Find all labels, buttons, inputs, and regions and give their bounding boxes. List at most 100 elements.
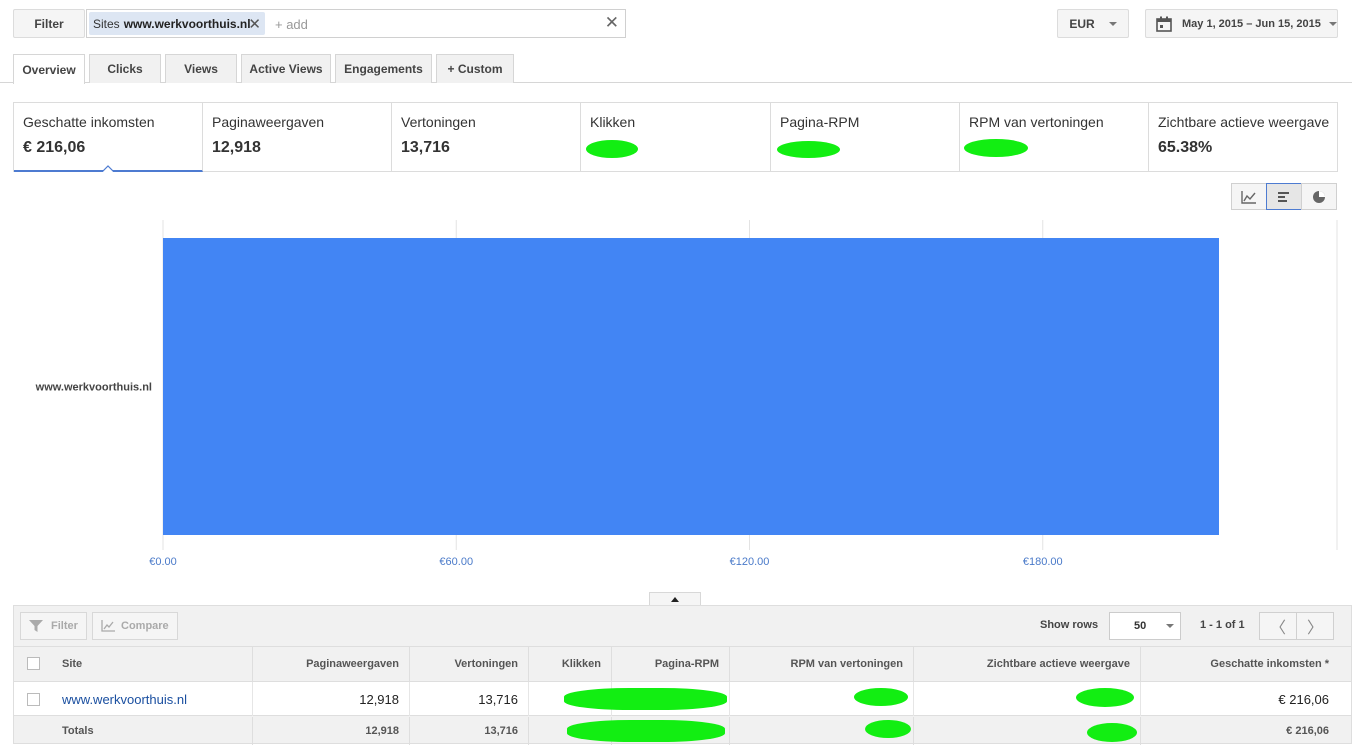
column-header-site[interactable]: Site xyxy=(52,646,253,681)
show-rows-label: Show rows xyxy=(1040,619,1099,631)
bar-chart-toggle[interactable] xyxy=(1266,183,1302,210)
scorecard-label: Geschatte inkomsten xyxy=(23,114,155,130)
scorecard-klikken[interactable]: Klikken xyxy=(581,103,771,171)
column-header-paginaweergaven[interactable]: Paginaweergaven xyxy=(253,646,410,681)
scorecard-zichtbare-actieve-weergave[interactable]: Zichtbare actieve weergave 65.38% xyxy=(1149,103,1337,171)
x-tick-label: €120.00 xyxy=(730,556,770,568)
rows-per-page-value: 50 xyxy=(1134,620,1147,632)
site-filter-chip[interactable]: Sites www.werkvoorthuis.nl ✕ xyxy=(89,12,265,35)
scorecard-rpm-van-vertoningen[interactable]: RPM van vertoningen xyxy=(960,103,1149,171)
clear-filter-icon[interactable]: ✕ xyxy=(605,13,619,33)
scorecard-label: Pagina-RPM xyxy=(780,114,860,130)
scorecard-paginaweergaven[interactable]: Paginaweergaven 12,918 xyxy=(203,103,392,171)
chevron-right-icon: 〉 xyxy=(1306,620,1323,637)
chevron-left-icon: 〈 xyxy=(1269,620,1286,637)
pagination-info: 1 - 1 of 1 xyxy=(1200,619,1245,631)
funnel-icon xyxy=(29,620,43,632)
bar[interactable] xyxy=(163,238,1219,535)
scorecard-row: Geschatte inkomsten € 216,06 Paginaweerg… xyxy=(13,102,1338,172)
chart-category-labels: www.werkvoorthuis.nl xyxy=(35,382,152,394)
chip-prefix: Sites xyxy=(93,16,120,31)
chart-bars xyxy=(163,238,1219,535)
x-tick-label: €0.00 xyxy=(149,556,177,568)
chevron-down-icon xyxy=(1328,21,1337,26)
scorecard-pagina-rpm[interactable]: Pagina-RPM xyxy=(771,103,960,171)
compare-button[interactable]: Compare xyxy=(92,612,178,640)
column-header-zichtbare-actieve-weergave[interactable]: Zichtbare actieve weergave xyxy=(914,646,1141,681)
table-row: www.werkvoorthuis.nl 12,918 13,716 € 216… xyxy=(14,681,1351,716)
column-header-vertoningen[interactable]: Vertoningen xyxy=(410,646,529,681)
scorecard-value: 12,918 xyxy=(212,139,261,156)
redaction-scribble xyxy=(777,141,840,158)
redaction-scribble xyxy=(564,688,727,710)
scorecard-label: Klikken xyxy=(590,114,636,130)
redaction-scribble xyxy=(567,720,725,742)
chevron-down-icon xyxy=(1108,21,1117,26)
redaction-scribble xyxy=(854,688,908,706)
cell-paginaweergaven: 12,918 xyxy=(253,682,410,716)
category-label: www.werkvoorthuis.nl xyxy=(35,382,152,394)
line-chart-toggle[interactable] xyxy=(1231,183,1267,210)
prev-page-button[interactable]: 〈 xyxy=(1259,612,1297,640)
total-paginaweergaven: 12,918 xyxy=(253,717,410,745)
table-filter-label: Filter xyxy=(51,620,78,632)
report-table: Filter Compare Show rows 50 1 - 1 of 1 〈… xyxy=(13,605,1352,745)
add-filter-placeholder[interactable]: + add xyxy=(275,17,308,32)
scorecard-label: Vertoningen xyxy=(401,114,476,130)
scorecard-vertoningen[interactable]: Vertoningen 13,716 xyxy=(392,103,581,171)
redaction-scribble xyxy=(1087,723,1137,742)
filter-input[interactable]: Sites www.werkvoorthuis.nl ✕ + add ✕ xyxy=(86,9,626,38)
column-header-pagina-rpm[interactable]: Pagina-RPM xyxy=(612,646,730,681)
total-geschatte-inkomsten: € 216,06 xyxy=(1286,725,1329,737)
redaction-scribble xyxy=(865,720,911,738)
tab-clicks[interactable]: Clicks xyxy=(89,54,161,83)
chip-value: www.werkvoorthuis.nl xyxy=(123,16,251,31)
collapse-chart-button[interactable] xyxy=(649,592,701,606)
rows-per-page-select[interactable]: 50 xyxy=(1109,612,1181,640)
redaction-scribble xyxy=(964,139,1028,157)
row-checkbox[interactable] xyxy=(26,692,40,706)
row-select-cell xyxy=(14,682,52,716)
x-tick-label: €180.00 xyxy=(1023,556,1063,568)
scorecard-geschatte-inkomsten[interactable]: Geschatte inkomsten € 216,06 xyxy=(14,103,203,172)
compare-label: Compare xyxy=(121,620,169,632)
selected-pointer-icon xyxy=(101,165,115,172)
totals-row: Totals 12,918 13,716 € 216,06 xyxy=(14,717,1351,745)
pie-chart-toggle[interactable] xyxy=(1301,183,1337,210)
scorecard-value: € 216,06 xyxy=(23,139,86,156)
table-filter-button[interactable]: Filter xyxy=(20,612,87,640)
cell-vertoningen: 13,716 xyxy=(410,682,529,716)
scorecard-label: RPM van vertoningen xyxy=(969,114,1104,130)
calendar-icon xyxy=(1156,16,1172,32)
date-range-label: May 1, 2015 – Jun 15, 2015 xyxy=(1182,17,1321,30)
redaction-scribble xyxy=(1076,688,1134,707)
bar-chart-icon xyxy=(1278,191,1289,202)
chart-tick-labels: €0.00 €60.00 €120.00 €180.00 xyxy=(149,556,1062,568)
tab-engagements[interactable]: Engagements xyxy=(335,54,432,83)
remove-chip-icon[interactable]: ✕ xyxy=(248,15,261,33)
scorecard-value: 65.38% xyxy=(1158,139,1213,156)
scorecard-label: Paginaweergaven xyxy=(212,114,325,130)
cell-geschatte-inkomsten: € 216,06 xyxy=(1278,691,1329,707)
site-link[interactable]: www.werkvoorthuis.nl xyxy=(52,682,253,716)
chevron-up-icon xyxy=(671,597,679,602)
column-header-klikken[interactable]: Klikken xyxy=(529,646,612,681)
column-header-rpm-van-vertoningen[interactable]: RPM van vertoningen xyxy=(730,646,914,681)
currency-dropdown[interactable]: EUR xyxy=(1057,9,1129,38)
column-header-geschatte-inkomsten[interactable]: Geschatte inkomsten * xyxy=(1141,646,1339,681)
chevron-down-icon xyxy=(1166,624,1175,628)
next-page-button[interactable]: 〉 xyxy=(1296,612,1334,640)
tab-custom[interactable]: + Custom xyxy=(436,54,514,83)
select-all-checkbox[interactable] xyxy=(26,657,40,670)
tab-overview[interactable]: Overview xyxy=(13,54,85,84)
tab-views[interactable]: Views xyxy=(165,54,237,83)
date-range-picker[interactable]: May 1, 2015 – Jun 15, 2015 xyxy=(1145,9,1338,38)
totals-label: Totals xyxy=(52,717,253,745)
bar-chart: €0.00 €60.00 €120.00 €180.00 www.werkvoorth… xyxy=(35,220,1338,568)
select-all-cell xyxy=(14,646,52,681)
currency-value: EUR xyxy=(1069,16,1095,31)
scorecard-value: 13,716 xyxy=(401,139,450,156)
scorecard-label: Zichtbare actieve weergave xyxy=(1158,114,1330,130)
filter-button[interactable]: Filter xyxy=(13,9,85,38)
tab-active-views[interactable]: Active Views xyxy=(241,54,331,83)
